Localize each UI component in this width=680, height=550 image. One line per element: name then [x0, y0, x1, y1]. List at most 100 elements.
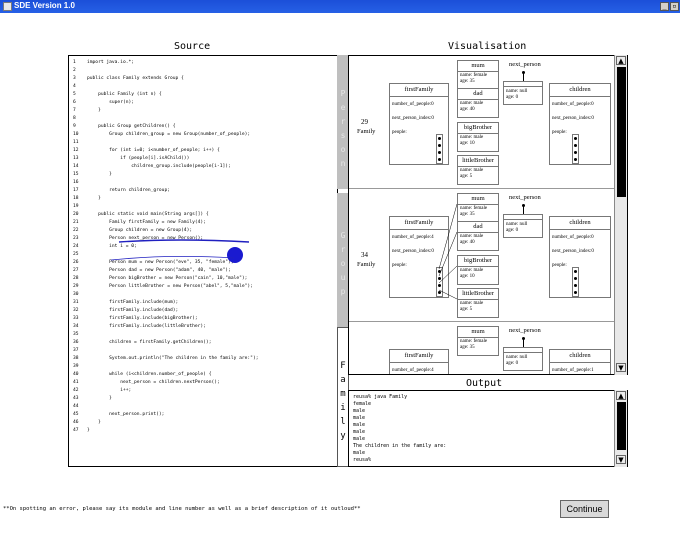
children-next-person-index: next_person_index:0 — [552, 116, 594, 121]
scroll-thumb[interactable] — [617, 67, 626, 197]
divider — [390, 362, 448, 363]
mum-title: mum — [471, 328, 485, 335]
array-dot — [438, 137, 441, 140]
window-title: SDE Version 1.0 — [14, 1, 75, 10]
children-number-of-people: number_of_people:1 — [552, 368, 594, 373]
little-name: name: male — [460, 168, 484, 173]
big-person-box: bigBrother name: male age: 10 — [457, 122, 499, 152]
output-line: reusa% java Family — [353, 394, 408, 400]
dad-title: dad — [473, 90, 483, 97]
next-person-title: next_person — [509, 327, 541, 334]
divider — [390, 96, 448, 97]
source-header: Source — [174, 41, 211, 52]
scroll-up-button[interactable]: ▲ — [616, 56, 626, 65]
frame-label: Family — [357, 128, 376, 135]
output-line: male — [353, 436, 366, 442]
next-person-age: age: 0 — [506, 95, 519, 100]
divider — [504, 86, 542, 87]
mum-age: age: 35 — [460, 79, 475, 84]
mum-person-box: mum name: female age: 35 — [457, 60, 499, 90]
next-person-age: age: 0 — [506, 361, 519, 366]
scroll-down-button[interactable]: ▼ — [616, 363, 626, 372]
big-age: age: 10 — [460, 141, 475, 146]
next-person-name: name: null — [506, 89, 528, 94]
little-person-box: littleBrother name: male age: 5 — [457, 155, 499, 185]
next-person-box: name: null age: 0 — [503, 81, 543, 105]
title-bar: SDE Version 1.0 _ ▫ — [0, 0, 680, 13]
pen-annotation — [110, 239, 250, 263]
children-box: children number_of_people:1 — [549, 349, 611, 374]
array-dot — [438, 151, 441, 154]
people-array — [436, 134, 443, 164]
mum-title: mum — [471, 62, 485, 69]
tab-letter: n — [340, 159, 346, 168]
children-title: children — [569, 86, 591, 93]
output-scroll-thumb[interactable] — [617, 402, 626, 450]
divider — [458, 71, 498, 72]
people-label: people: — [392, 130, 407, 135]
visualisation-frame: firstFamily number_of_people:4 children num… — [349, 322, 615, 374]
output-line: reusa% — [353, 457, 372, 463]
dad-age: age: 40 — [460, 107, 475, 112]
output-line: male — [353, 429, 366, 435]
children-array — [572, 134, 579, 164]
tab-letter: s — [340, 131, 346, 140]
divider — [458, 99, 498, 100]
output-line: female — [353, 401, 372, 407]
dad-name: name: male — [460, 101, 484, 106]
visualisation-frame: 29 Family firstFamily number_of_people:0 nex… — [349, 56, 615, 189]
visualisation-scrollbar[interactable]: ▲ ▼ — [614, 55, 627, 375]
tab-letter: a — [340, 375, 346, 385]
next-person-name: name: null — [506, 355, 528, 360]
tab-letter: y — [340, 431, 346, 441]
output-header: Output — [466, 378, 503, 389]
instruction-note: **On spotting an error, please say its m… — [3, 506, 361, 512]
tab-letter: o — [340, 259, 346, 268]
tab-letter: r — [340, 245, 346, 254]
divider — [458, 166, 498, 167]
output-scroll-down-button[interactable]: ▼ — [616, 455, 626, 464]
array-dot — [574, 151, 577, 154]
continue-button[interactable]: Continue — [560, 500, 609, 518]
tab-letter: P — [340, 89, 346, 98]
tab-letter: G — [340, 231, 346, 240]
tab-letter: i — [340, 403, 346, 413]
mum-name: name: female — [460, 73, 488, 78]
tab-letter: p — [340, 287, 346, 296]
output-line: The children in the family are: — [353, 443, 447, 449]
restore-button[interactable]: ▫ — [670, 2, 679, 11]
firstfamily-title: firstFamily — [404, 352, 434, 359]
minimize-button[interactable]: _ — [660, 2, 669, 11]
tab-letter: F — [340, 361, 346, 371]
divider — [504, 352, 542, 353]
little-title: littleBrother — [462, 157, 494, 164]
output-scrollbar[interactable]: ▲ ▼ — [614, 390, 627, 467]
reference-lines — [438, 203, 458, 300]
source-code-panel[interactable]: 1 import java.io.*; 2 3 public class Family … — [68, 55, 338, 467]
mum-age: age: 35 — [460, 345, 475, 350]
tab-letter: r — [340, 117, 346, 126]
number-of-people: number_of_people:0 — [392, 102, 434, 107]
array-dot — [438, 144, 441, 147]
divider — [458, 133, 498, 134]
output-scroll-up-button[interactable]: ▲ — [616, 391, 626, 400]
visualisation-header: Visualisation — [448, 41, 527, 52]
next-person-title: next_person — [509, 61, 541, 68]
output-line: male — [353, 408, 366, 414]
number-of-people: number_of_people:4 — [392, 368, 434, 373]
array-dot — [438, 158, 441, 161]
array-dot — [574, 137, 577, 140]
output-line: male — [353, 450, 366, 456]
firstfamily-box: firstFamily number_of_people:0 next_person… — [389, 83, 449, 165]
children-people-label: people: — [552, 130, 567, 135]
children-title: children — [569, 352, 591, 359]
divider — [458, 337, 498, 338]
frame-count: 29 — [361, 118, 368, 126]
visualisation-frame: 34 Family firstFamily number_of_people:4 nex… — [349, 189, 615, 322]
tab-letter: l — [340, 417, 346, 427]
children-number-of-people: number_of_people:0 — [552, 102, 594, 107]
tab-letter: e — [340, 103, 346, 112]
output-line: male — [353, 422, 366, 428]
output-console[interactable]: reusa% java Family female male male male male… — [348, 390, 628, 467]
array-dot — [574, 144, 577, 147]
